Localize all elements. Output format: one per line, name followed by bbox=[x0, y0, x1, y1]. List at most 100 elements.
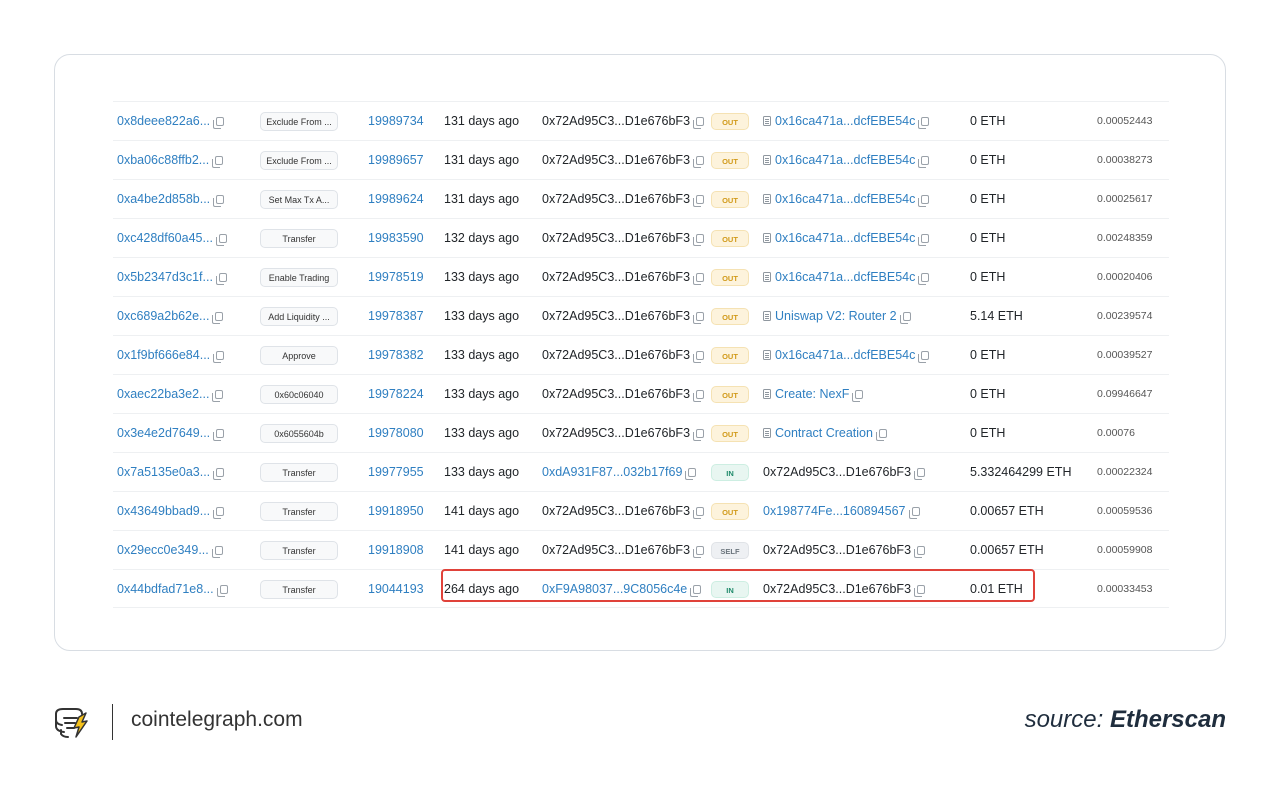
to-address[interactable]: 0x16ca471a...dcfEBE54c bbox=[763, 180, 930, 219]
from-address-text[interactable]: 0xdA931F87...032b17f69 bbox=[542, 465, 682, 479]
tx-hash-link[interactable]: 0xc428df60a45... bbox=[117, 219, 227, 258]
copy-icon[interactable] bbox=[693, 351, 705, 363]
copy-icon[interactable] bbox=[212, 156, 224, 168]
tx-hash[interactable]: 0xba06c88ffb2... bbox=[117, 153, 209, 167]
to-address-text[interactable]: Contract Creation bbox=[775, 426, 873, 440]
copy-icon[interactable] bbox=[899, 312, 911, 324]
to-address-text[interactable]: 0x16ca471a...dcfEBE54c bbox=[775, 231, 915, 245]
copy-icon[interactable] bbox=[875, 429, 887, 441]
copy-icon[interactable] bbox=[693, 507, 705, 519]
to-address-text[interactable]: Uniswap V2: Router 2 bbox=[775, 309, 897, 323]
copy-icon[interactable] bbox=[914, 468, 926, 480]
copy-icon[interactable] bbox=[918, 117, 930, 129]
tx-hash[interactable]: 0xc689a2b62e... bbox=[117, 309, 209, 323]
to-address[interactable]: 0x16ca471a...dcfEBE54c bbox=[763, 102, 930, 141]
from-address[interactable]: 0xdA931F87...032b17f69 bbox=[542, 453, 697, 492]
copy-icon[interactable] bbox=[918, 156, 930, 168]
copy-icon[interactable] bbox=[693, 273, 705, 285]
to-address-text[interactable]: 0x16ca471a...dcfEBE54c bbox=[775, 270, 915, 284]
to-address-text[interactable]: 0x16ca471a...dcfEBE54c bbox=[775, 348, 915, 362]
tx-hash-link[interactable]: 0x1f9bf666e84... bbox=[117, 336, 225, 375]
tx-hash-link[interactable]: 0xa4be2d858b... bbox=[117, 180, 225, 219]
from-address-text[interactable]: 0xF9A98037...9C8056c4e bbox=[542, 582, 687, 596]
to-address[interactable]: 0x198774Fe...160894567 bbox=[763, 492, 920, 531]
block-link[interactable]: 19978382 bbox=[368, 336, 424, 375]
block-link[interactable]: 19989624 bbox=[368, 180, 424, 219]
to-address[interactable]: Create: NexF bbox=[763, 375, 864, 414]
tx-hash[interactable]: 0x5b2347d3c1f... bbox=[117, 270, 213, 284]
tx-hash[interactable]: 0x7a5135e0a3... bbox=[117, 465, 210, 479]
tx-hash-link[interactable]: 0xc689a2b62e... bbox=[117, 297, 224, 336]
copy-icon[interactable] bbox=[213, 351, 225, 363]
copy-icon[interactable] bbox=[216, 585, 228, 597]
copy-icon[interactable] bbox=[215, 234, 227, 246]
block-link[interactable]: 19978224 bbox=[368, 375, 424, 414]
copy-icon[interactable] bbox=[918, 351, 930, 363]
tx-hash-link[interactable]: 0x43649bbad9... bbox=[117, 492, 225, 531]
to-address[interactable]: 0x16ca471a...dcfEBE54c bbox=[763, 258, 930, 297]
tx-hash-link[interactable]: 0x8deee822a6... bbox=[117, 102, 225, 141]
block-link[interactable]: 19978387 bbox=[368, 297, 424, 336]
copy-icon[interactable] bbox=[211, 546, 223, 558]
copy-icon[interactable] bbox=[693, 546, 705, 558]
block-link[interactable]: 19918908 bbox=[368, 531, 424, 570]
copy-icon[interactable] bbox=[212, 312, 224, 324]
copy-icon[interactable] bbox=[213, 468, 225, 480]
copy-icon[interactable] bbox=[908, 507, 920, 519]
tx-hash[interactable]: 0x1f9bf666e84... bbox=[117, 348, 210, 362]
copy-icon[interactable] bbox=[918, 234, 930, 246]
copy-icon[interactable] bbox=[213, 117, 225, 129]
tx-hash-link[interactable]: 0x44bdfad71e8... bbox=[117, 570, 228, 609]
to-address[interactable]: Uniswap V2: Router 2 bbox=[763, 297, 911, 336]
block-link[interactable]: 19918950 bbox=[368, 492, 424, 531]
copy-icon[interactable] bbox=[693, 312, 705, 324]
copy-icon[interactable] bbox=[213, 507, 225, 519]
to-address-text[interactable]: 0x16ca471a...dcfEBE54c bbox=[775, 114, 915, 128]
copy-icon[interactable] bbox=[213, 195, 225, 207]
tx-hash-link[interactable]: 0x29ecc0e349... bbox=[117, 531, 223, 570]
copy-icon[interactable] bbox=[693, 117, 705, 129]
tx-hash[interactable]: 0xa4be2d858b... bbox=[117, 192, 210, 206]
copy-icon[interactable] bbox=[914, 585, 926, 597]
tx-hash-link[interactable]: 0x7a5135e0a3... bbox=[117, 453, 225, 492]
tx-hash[interactable]: 0x3e4e2d7649... bbox=[117, 426, 210, 440]
block-link[interactable]: 19978080 bbox=[368, 414, 424, 453]
tx-hash-link[interactable]: 0x5b2347d3c1f... bbox=[117, 258, 227, 297]
block-link[interactable]: 19989657 bbox=[368, 141, 424, 180]
copy-icon[interactable] bbox=[693, 195, 705, 207]
copy-icon[interactable] bbox=[918, 273, 930, 285]
tx-hash-link[interactable]: 0xba06c88ffb2... bbox=[117, 141, 224, 180]
from-address[interactable]: 0xF9A98037...9C8056c4e bbox=[542, 570, 702, 609]
to-address[interactable]: Contract Creation bbox=[763, 414, 887, 453]
to-address-text[interactable]: 0x198774Fe...160894567 bbox=[763, 504, 906, 518]
to-address-text[interactable]: 0x16ca471a...dcfEBE54c bbox=[775, 153, 915, 167]
copy-icon[interactable] bbox=[685, 468, 697, 480]
copy-icon[interactable] bbox=[213, 429, 225, 441]
copy-icon[interactable] bbox=[212, 390, 224, 402]
tx-hash[interactable]: 0x43649bbad9... bbox=[117, 504, 210, 518]
to-address[interactable]: 0x16ca471a...dcfEBE54c bbox=[763, 219, 930, 258]
tx-hash[interactable]: 0x44bdfad71e8... bbox=[117, 582, 214, 596]
block-link[interactable]: 19044193 bbox=[368, 570, 424, 609]
block-link[interactable]: 19978519 bbox=[368, 258, 424, 297]
tx-hash[interactable]: 0xaec22ba3e2... bbox=[117, 387, 209, 401]
to-address[interactable]: 0x16ca471a...dcfEBE54c bbox=[763, 141, 930, 180]
copy-icon[interactable] bbox=[852, 390, 864, 402]
copy-icon[interactable] bbox=[693, 156, 705, 168]
block-link[interactable]: 19977955 bbox=[368, 453, 424, 492]
to-address-text[interactable]: Create: NexF bbox=[775, 387, 849, 401]
to-address-text[interactable]: 0x16ca471a...dcfEBE54c bbox=[775, 192, 915, 206]
block-link[interactable]: 19989734 bbox=[368, 102, 424, 141]
copy-icon[interactable] bbox=[693, 234, 705, 246]
copy-icon[interactable] bbox=[918, 195, 930, 207]
tx-hash[interactable]: 0xc428df60a45... bbox=[117, 231, 213, 245]
to-address[interactable]: 0x16ca471a...dcfEBE54c bbox=[763, 336, 930, 375]
copy-icon[interactable] bbox=[215, 273, 227, 285]
tx-hash[interactable]: 0x29ecc0e349... bbox=[117, 543, 209, 557]
copy-icon[interactable] bbox=[693, 429, 705, 441]
copy-icon[interactable] bbox=[914, 546, 926, 558]
block-link[interactable]: 19983590 bbox=[368, 219, 424, 258]
footer-site[interactable]: cointelegraph.com bbox=[131, 708, 303, 732]
copy-icon[interactable] bbox=[690, 585, 702, 597]
copy-icon[interactable] bbox=[693, 390, 705, 402]
